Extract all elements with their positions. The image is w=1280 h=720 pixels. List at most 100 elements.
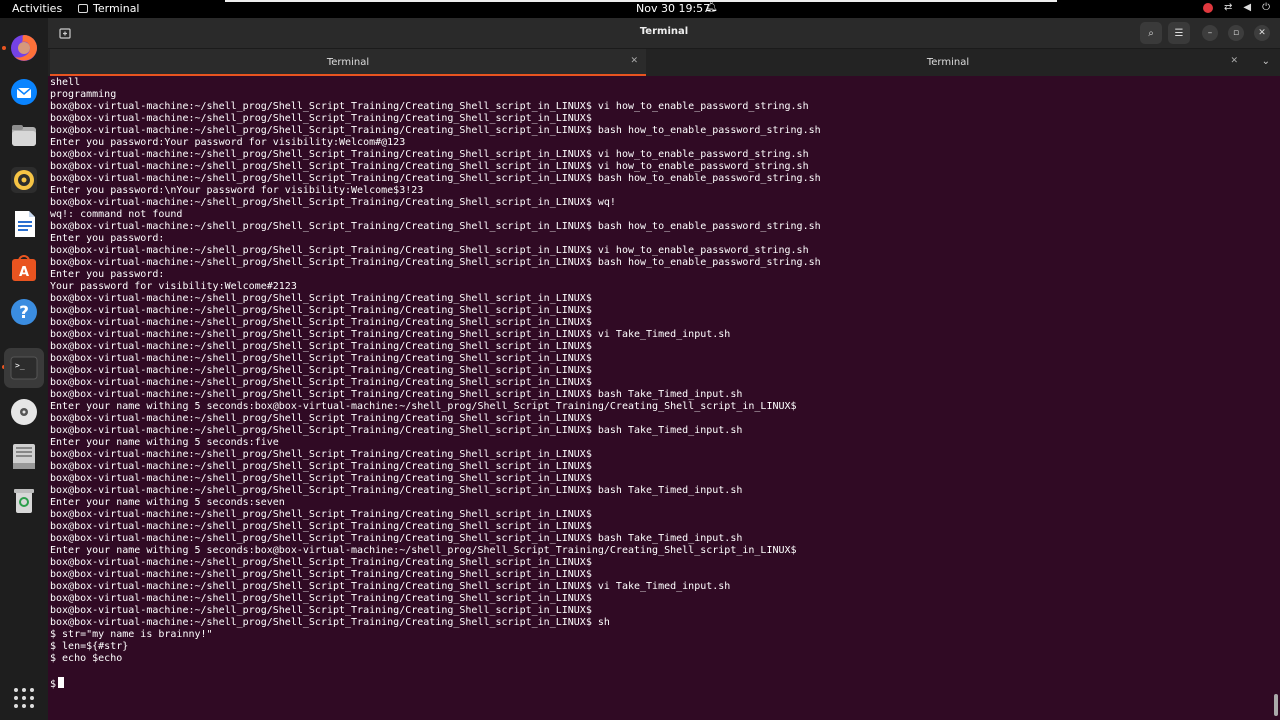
menu-button[interactable]: ☰ [1168, 22, 1190, 44]
terminal-line: $ len=${#str} [50, 641, 129, 652]
close-icon: ✕ [1258, 28, 1266, 38]
activities-button[interactable]: Activities [12, 2, 62, 15]
terminal-lines: shell programming box@box-virtual-machine:… [50, 77, 1260, 720]
terminal-line: box@box-virtual-machine:~/shell_prog/She… [50, 317, 592, 328]
terminal-output[interactable]: shell programming box@box-virtual-machine:… [48, 76, 1280, 720]
terminal-line: box@box-virtual-machine:~/shell_prog/She… [50, 593, 592, 604]
app-menu[interactable]: Terminal [78, 2, 140, 15]
minimize-button[interactable]: – [1202, 25, 1218, 41]
terminal-line: box@box-virtual-machine:~/shell_prog/She… [50, 557, 592, 568]
terminal-window: Terminal ⌕ ☰ – ▫ ✕ Terminal ✕ Terminal ✕… [48, 18, 1280, 720]
terminal-line: box@box-virtual-machine:~/shell_prog/She… [50, 329, 731, 340]
writer-icon[interactable] [8, 208, 40, 240]
terminal-line: Enter your name withing 5 seconds:box@bo… [50, 401, 797, 412]
terminal-line: box@box-virtual-machine:~/shell_prog/She… [50, 221, 821, 232]
terminal-line: Enter you password: [50, 233, 165, 244]
show-apps-icon[interactable] [8, 682, 40, 714]
dock: A ? >_ [0, 18, 48, 720]
volume-icon: ◀︎ [1243, 2, 1252, 13]
tab-label: Terminal [326, 57, 370, 68]
terminal-line: box@box-virtual-machine:~/shell_prog/She… [50, 149, 809, 160]
terminal-line: Enter you password: [50, 269, 165, 280]
terminal-line: box@box-virtual-machine:~/shell_prog/She… [50, 161, 809, 172]
hamburger-icon: ☰ [1174, 27, 1184, 39]
new-tab-button[interactable] [54, 22, 76, 44]
terminal-line: box@box-virtual-machine:~/shell_prog/She… [50, 389, 743, 400]
drive-icon[interactable] [8, 440, 40, 472]
tab-close-icon[interactable]: ✕ [1230, 56, 1238, 66]
terminal-line: Your password for visibility:Welcome#212… [50, 281, 297, 292]
terminal-line: box@box-virtual-machine:~/shell_prog/She… [50, 521, 592, 532]
help-icon[interactable]: ? [8, 296, 40, 328]
terminal-line: box@box-virtual-machine:~/shell_prog/She… [50, 581, 731, 592]
terminal-line: $ echo $echo [50, 653, 123, 664]
terminal-line: box@box-virtual-machine:~/shell_prog/She… [50, 461, 592, 472]
terminal-line: box@box-virtual-machine:~/shell_prog/She… [50, 425, 743, 436]
disc-icon[interactable] [8, 396, 40, 428]
window-title: Terminal [639, 26, 689, 37]
terminal-line: box@box-virtual-machine:~/shell_prog/She… [50, 305, 592, 316]
tab-list-chevron-down-icon[interactable]: ⌄ [1262, 56, 1270, 67]
firefox-icon[interactable] [8, 32, 40, 64]
terminal-icon[interactable]: >_ [4, 348, 44, 388]
terminal-line: box@box-virtual-machine:~/shell_prog/She… [50, 377, 592, 388]
system-tray[interactable]: ⇄ ◀︎ ⏻ [1202, 2, 1270, 13]
tab-terminal-1[interactable]: Terminal ✕ [50, 49, 646, 76]
software-icon[interactable]: A [8, 252, 40, 284]
running-indicator [2, 46, 6, 50]
tab-terminal-2[interactable]: Terminal ✕ [650, 49, 1246, 76]
terminal-line: programming [50, 89, 117, 100]
close-button[interactable]: ✕ [1254, 25, 1270, 41]
terminal-line: box@box-virtual-machine:~/shell_prog/She… [50, 365, 592, 376]
search-button[interactable]: ⌕ [1140, 22, 1162, 44]
clock[interactable]: Nov 30 19:57 [636, 2, 710, 15]
terminal-line: box@box-virtual-machine:~/shell_prog/She… [50, 473, 592, 484]
terminal-line: box@box-virtual-machine:~/shell_prog/She… [50, 245, 809, 256]
terminal-line: box@box-virtual-machine:~/shell_prog/She… [50, 353, 592, 364]
terminal-line: box@box-virtual-machine:~/shell_prog/She… [50, 173, 821, 184]
maximize-button[interactable]: ▫ [1228, 25, 1244, 41]
terminal-line: box@box-virtual-machine:~/shell_prog/She… [50, 413, 592, 424]
top-bar: Activities Terminal Nov 30 19:57 🔔︎ ⇄ ◀︎… [0, 0, 1280, 18]
terminal-line: box@box-virtual-machine:~/shell_prog/She… [50, 485, 743, 496]
tab-close-icon[interactable]: ✕ [630, 56, 638, 66]
thunderbird-icon[interactable] [8, 76, 40, 108]
power-icon: ⏻ [1262, 2, 1270, 13]
svg-text:?: ? [19, 303, 29, 323]
svg-text:A: A [19, 265, 29, 280]
rhythmbox-icon[interactable] [8, 164, 40, 196]
terminal-line: box@box-virtual-machine:~/shell_prog/She… [50, 617, 610, 628]
terminal-line: wq!: command not found [50, 209, 183, 220]
text-cursor [58, 677, 65, 688]
new-tab-icon [59, 28, 71, 39]
scrollbar[interactable] [1274, 694, 1278, 716]
terminal-line: box@box-virtual-machine:~/shell_prog/She… [50, 293, 592, 304]
terminal-line: shell [50, 77, 81, 88]
terminal-window-icon [78, 4, 88, 13]
do-not-disturb-icon [1202, 3, 1213, 13]
terminal-line: box@box-virtual-machine:~/shell_prog/She… [50, 509, 592, 520]
terminal-line: box@box-virtual-machine:~/shell_prog/She… [50, 569, 592, 580]
terminal-line: box@box-virtual-machine:~/shell_prog/She… [50, 449, 592, 460]
network-icon: ⇄ [1223, 2, 1233, 13]
trash-icon[interactable] [8, 484, 40, 516]
notification-bell-icon: 🔔︎ [705, 2, 718, 13]
search-icon: ⌕ [1148, 27, 1154, 39]
restore-icon: ▫ [1232, 28, 1240, 38]
tab-label: Terminal [926, 57, 970, 68]
minimize-icon: – [1207, 28, 1213, 38]
svg-text:>_: >_ [15, 361, 25, 370]
terminal-line: Enter your name withing 5 seconds:seven [50, 497, 285, 508]
prompt-symbol: $ [50, 679, 57, 690]
terminal-line: box@box-virtual-machine:~/shell_prog/She… [50, 197, 616, 208]
files-icon[interactable] [8, 120, 40, 152]
terminal-line: Enter your name withing 5 seconds:box@bo… [50, 545, 797, 556]
terminal-line: box@box-virtual-machine:~/shell_prog/She… [50, 113, 592, 124]
terminal-line: box@box-virtual-machine:~/shell_prog/She… [50, 257, 821, 268]
terminal-line: box@box-virtual-machine:~/shell_prog/She… [50, 125, 821, 136]
tab-bar: Terminal ✕ Terminal ✕ ⌄ [48, 49, 1280, 76]
prompt-line[interactable]: $ [50, 677, 1260, 690]
terminal-line: box@box-virtual-machine:~/shell_prog/She… [50, 533, 743, 544]
terminal-line: $ str="my name is brainny!" [50, 629, 213, 640]
terminal-line: Enter you password:\nYour password for v… [50, 185, 424, 196]
